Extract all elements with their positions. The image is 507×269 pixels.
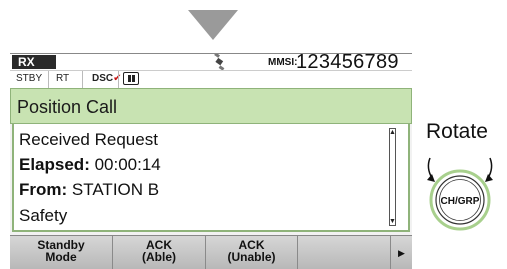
empty-softkey[interactable] (298, 236, 391, 269)
call-category: Safety (19, 206, 68, 225)
pause-icon (123, 72, 139, 85)
from-key: From: (19, 180, 68, 199)
radio-screen: RX MMSI: 123456789 STBY RT DSC✔ Position… (10, 51, 412, 269)
rotate-label: Rotate (426, 120, 488, 143)
ack-able-button[interactable]: ACK (Able) (113, 236, 206, 269)
knob-label: CH/GRP (441, 196, 480, 207)
mmsi-label: MMSI: (268, 57, 298, 68)
softkey-bar: Standby Mode ACK (Able) ACK (Unable) ▶ (10, 235, 412, 269)
ack-unable-button[interactable]: ACK (Unable) (206, 236, 298, 269)
divider (82, 71, 83, 88)
from-value: STATION B (67, 180, 160, 199)
from-station: From: STATION B (19, 180, 159, 200)
ch-grp-knob[interactable]: CH/GRP (418, 150, 502, 232)
mode-stby: STBY (16, 73, 43, 84)
arrow-down-icon (188, 10, 238, 40)
gps-satellite-icon (214, 54, 225, 70)
status-bar: RX MMSI: 123456789 (10, 51, 412, 73)
call-details: Received Request Elapsed: 00:00:14 From:… (12, 124, 410, 232)
rx-badge: RX (12, 55, 56, 69)
elapsed-time: Elapsed: 00:00:14 (19, 155, 161, 175)
softkey-label: Mode (45, 250, 77, 264)
title-bar: Position Call (10, 88, 412, 124)
divider (118, 71, 119, 88)
scroll-up-icon[interactable]: ▲ (389, 128, 396, 137)
scrollbar[interactable]: ▲ ▼ (389, 128, 396, 226)
softkey-label: (Able) (142, 250, 176, 264)
elapsed-key: Elapsed: (19, 155, 90, 174)
next-page-button[interactable]: ▶ (391, 236, 412, 269)
page-title: Position Call (17, 97, 118, 117)
chevron-right-icon: ▶ (398, 248, 405, 258)
standby-mode-button[interactable]: Standby Mode (10, 236, 113, 269)
softkey-label: (Unable) (227, 250, 276, 264)
dsc-label: DSC (92, 73, 114, 84)
mode-rt: RT (56, 73, 70, 84)
scroll-down-icon[interactable]: ▼ (389, 217, 396, 226)
divider (48, 71, 49, 88)
elapsed-value: 00:00:14 (89, 155, 161, 174)
request-status: Received Request (19, 130, 158, 149)
mode-bar: STBY RT DSC✔ (10, 70, 412, 88)
